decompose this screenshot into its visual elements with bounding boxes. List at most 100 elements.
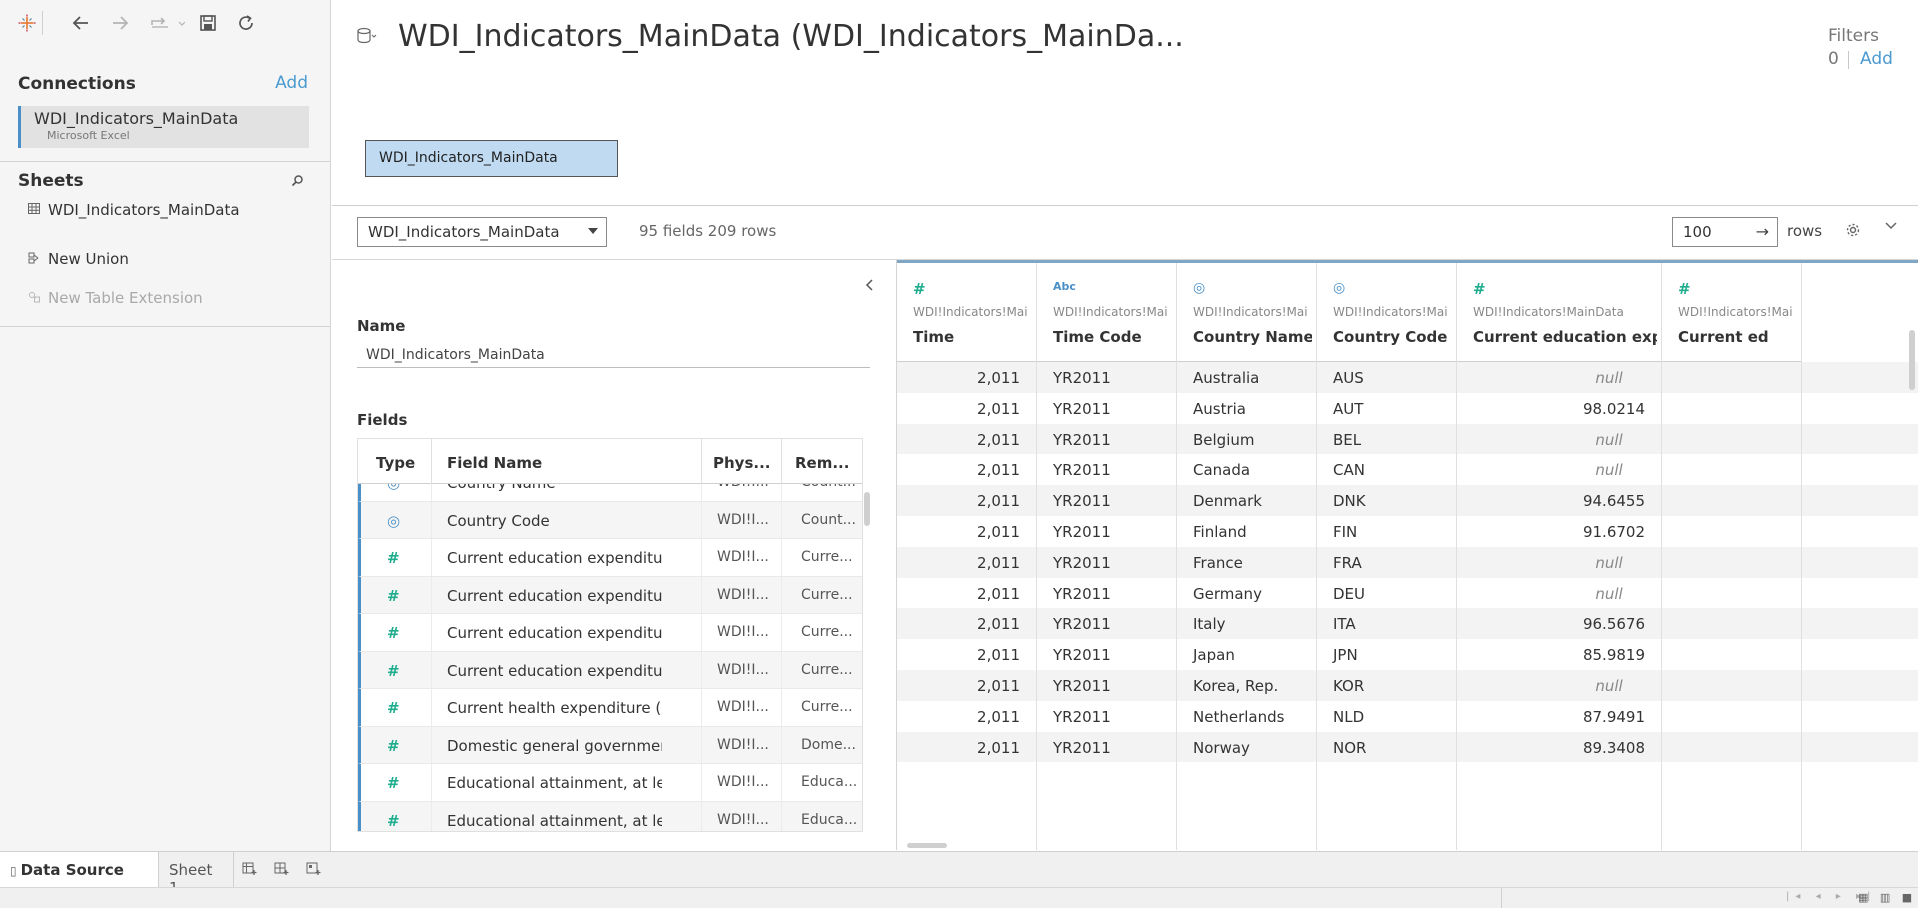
grid-cell[interactable]: YR2011 — [1037, 424, 1176, 455]
field-row[interactable]: # Current health expenditure (% WDI!I... Cu… — [358, 689, 862, 727]
new-worksheet-icon[interactable] — [239, 860, 261, 880]
grid-cell[interactable]: YR2011 — [1037, 516, 1176, 547]
grid-cell[interactable]: 2,011 — [897, 454, 1036, 485]
back-arrow-icon[interactable] — [68, 10, 94, 36]
field-row[interactable]: # Current education expenditure WDI!I... Cu… — [358, 614, 862, 652]
grid-cell[interactable]: NOR — [1317, 732, 1456, 763]
grid-cell[interactable]: null — [1457, 454, 1661, 485]
datasource-title[interactable]: WDI_Indicators_MainData (WDI_Indicators_… — [398, 19, 1184, 54]
number-type-icon[interactable]: # — [1473, 280, 1486, 298]
connection-item[interactable]: WDI_Indicators_MainData Microsoft Excel — [18, 106, 309, 148]
grid-cell[interactable]: Netherlands — [1177, 701, 1316, 732]
grid-cell[interactable]: YR2011 — [1037, 393, 1176, 424]
grid-cell[interactable]: 96.5676 — [1457, 608, 1661, 639]
grid-cell[interactable]: Denmark — [1177, 485, 1316, 516]
tab-sheet-1[interactable]: Sheet 1 — [159, 852, 234, 897]
datasource-cylinder-icon[interactable] — [357, 27, 377, 49]
new-table-extension-item[interactable]: New Table Extension — [28, 287, 203, 309]
grid-cell[interactable]: YR2011 — [1037, 362, 1176, 393]
grid-vertical-scrollbar[interactable] — [1909, 330, 1915, 390]
grid-cell[interactable]: YR2011 — [1037, 454, 1176, 485]
grid-cell[interactable]: Canada — [1177, 454, 1316, 485]
grid-cell[interactable]: YR2011 — [1037, 701, 1176, 732]
column-name-label[interactable]: Current ed — [1678, 328, 1797, 346]
grid-cell[interactable]: 2,011 — [897, 701, 1036, 732]
field-row[interactable]: # Current education expenditure WDI!I... Cu… — [358, 651, 862, 689]
globe-icon[interactable]: ◎ — [1193, 280, 1205, 296]
save-icon[interactable] — [195, 10, 221, 36]
number-type-icon[interactable]: # — [1678, 280, 1691, 298]
grid-cell[interactable]: null — [1457, 670, 1661, 701]
grid-horizontal-scrollbar[interactable] — [907, 843, 947, 848]
collapse-panel-icon[interactable] — [864, 277, 874, 296]
column-header-physical[interactable]: Phys... — [713, 454, 770, 472]
grid-cell[interactable]: JPN — [1317, 639, 1456, 670]
grid-cell[interactable]: 87.9491 — [1457, 701, 1661, 732]
globe-icon[interactable]: ◎ — [1333, 280, 1345, 296]
field-row[interactable]: # Educational attainment, at leas WDI!I...… — [358, 764, 862, 802]
column-name-label[interactable]: Country Code — [1333, 328, 1452, 346]
grid-cell[interactable]: FIN — [1317, 516, 1456, 547]
tab-data-source[interactable]: ▯ Data Source — [0, 852, 159, 888]
grid-cell[interactable]: CAN — [1317, 454, 1456, 485]
view-mode-icons[interactable]: ▦ ▥ ■ — [1858, 891, 1916, 904]
gear-icon[interactable] — [1845, 222, 1861, 242]
column-name-label[interactable]: Country Name — [1193, 328, 1312, 346]
grid-cell[interactable]: BEL — [1317, 424, 1456, 455]
grid-cell[interactable]: 98.0214 — [1457, 393, 1661, 424]
grid-cell[interactable]: DEU — [1317, 578, 1456, 609]
sheet-item[interactable]: WDI_Indicators_MainData — [28, 199, 240, 221]
refresh-icon[interactable] — [233, 10, 259, 36]
column-header-remote[interactable]: Rem... — [795, 454, 849, 472]
grid-cell[interactable]: 2,011 — [897, 393, 1036, 424]
grid-cell[interactable]: YR2011 — [1037, 608, 1176, 639]
grid-cell[interactable]: 89.3408 — [1457, 732, 1661, 763]
grid-column-header[interactable]: ◎ WDI!Indicators!MainData Country Code — [1317, 260, 1456, 362]
grid-cell[interactable]: 85.9819 — [1457, 639, 1661, 670]
number-type-icon[interactable]: # — [913, 280, 926, 298]
grid-cell[interactable]: 2,011 — [897, 485, 1036, 516]
column-name-label[interactable]: Current education expend — [1473, 328, 1657, 346]
forward-arrow-icon[interactable] — [107, 10, 133, 36]
column-name-label[interactable]: Time Code — [1053, 328, 1172, 346]
chevron-down-icon[interactable] — [1884, 218, 1898, 234]
redo-icon[interactable] — [147, 10, 187, 36]
grid-cell[interactable]: 2,011 — [897, 547, 1036, 578]
column-header-field-name[interactable]: Field Name — [447, 454, 542, 472]
grid-cell[interactable]: ITA — [1317, 608, 1456, 639]
number-type-icon[interactable]: # — [387, 624, 407, 642]
grid-cell[interactable]: Belgium — [1177, 424, 1316, 455]
grid-cell[interactable]: 2,011 — [897, 516, 1036, 547]
grid-cell[interactable]: 2,011 — [897, 670, 1036, 701]
grid-cell[interactable]: null — [1457, 424, 1661, 455]
grid-cell[interactable]: YR2011 — [1037, 639, 1176, 670]
grid-cell[interactable]: Germany — [1177, 578, 1316, 609]
grid-cell[interactable]: AUS — [1317, 362, 1456, 393]
grid-column-header[interactable]: Abc WDI!Indicators!MainData Time Code — [1037, 260, 1176, 362]
grid-cell[interactable]: 94.6455 — [1457, 485, 1661, 516]
add-connection-link[interactable]: Add — [275, 73, 308, 93]
grid-cell[interactable]: 2,011 — [897, 732, 1036, 763]
grid-cell[interactable]: Austria — [1177, 393, 1316, 424]
number-type-icon[interactable]: # — [387, 662, 407, 680]
number-type-icon[interactable]: # — [387, 774, 407, 792]
number-type-icon[interactable]: # — [387, 737, 407, 755]
grid-cell[interactable]: 2,011 — [897, 608, 1036, 639]
grid-cell[interactable]: 91.6702 — [1457, 516, 1661, 547]
column-header-type[interactable]: Type — [376, 454, 415, 472]
field-row[interactable]: ◎ Country Code WDI!I... Count... — [358, 501, 862, 539]
table-name-input[interactable] — [357, 342, 870, 368]
grid-cell[interactable]: NLD — [1317, 701, 1456, 732]
field-row[interactable]: # Current education expenditure WDI!I... Cu… — [358, 576, 862, 614]
add-filter-link[interactable]: Add — [1860, 49, 1893, 69]
globe-icon[interactable]: ◎ — [387, 484, 407, 492]
grid-cell[interactable]: Korea, Rep. — [1177, 670, 1316, 701]
rows-input[interactable]: 100 → — [1672, 217, 1778, 247]
grid-cell[interactable]: Japan — [1177, 639, 1316, 670]
canvas-divider[interactable] — [332, 205, 1918, 206]
grid-cell[interactable]: France — [1177, 547, 1316, 578]
number-type-icon[interactable]: # — [387, 812, 407, 830]
grid-cell[interactable]: DNK — [1317, 485, 1456, 516]
new-union-item[interactable]: New Union — [28, 248, 129, 270]
grid-cell[interactable]: AUT — [1317, 393, 1456, 424]
